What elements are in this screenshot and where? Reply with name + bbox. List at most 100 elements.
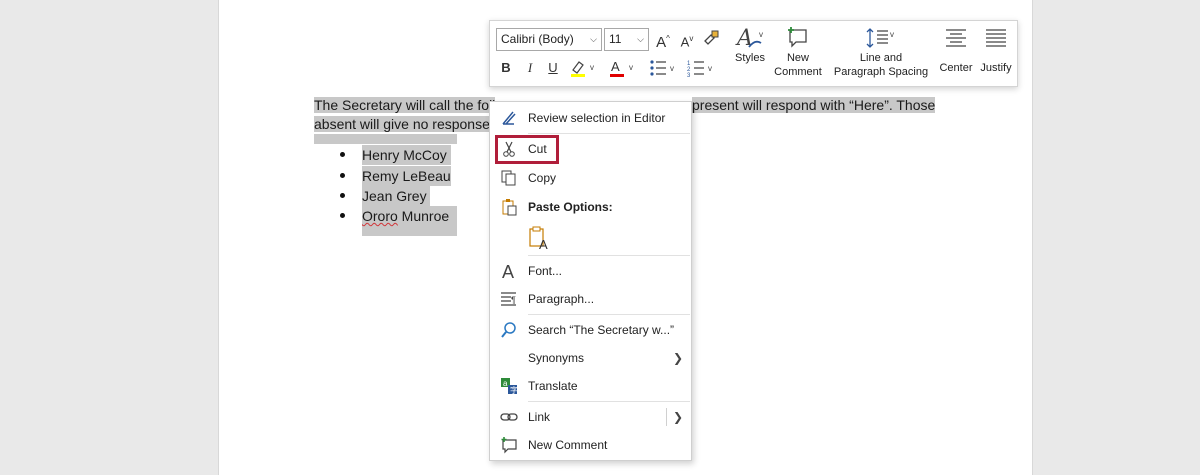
- font-color-icon: A v: [610, 59, 633, 77]
- paste-keep-text-only-button[interactable]: A: [528, 225, 552, 252]
- menu-item-review-editor[interactable]: Review selection in Editor: [490, 105, 691, 131]
- align-justify-icon: [986, 29, 1006, 47]
- numbered-list-icon: 123 v: [687, 61, 712, 79]
- font-name-combo[interactable]: Calibri (Body) ⌵: [496, 28, 602, 51]
- menu-item-label: Search “The Secretary w...”: [528, 323, 675, 337]
- align-center-icon: [946, 29, 966, 47]
- paragraph-line-1-continued[interactable]: present will respond with “Here”. Those: [692, 96, 936, 115]
- editor-pen-icon: [502, 111, 516, 125]
- line-spacing-label-1: Line and: [859, 52, 903, 64]
- paste-icon: [502, 199, 517, 216]
- new-comment-label-2: Comment: [774, 66, 822, 78]
- paragraph-icon: ¶: [501, 292, 516, 306]
- cut-highlight-box: [495, 135, 559, 164]
- numbering-button[interactable]: 123 v: [686, 58, 716, 82]
- list-item-text: Ororo Munroe: [362, 206, 457, 236]
- menu-item-translate[interactable]: a字 Translate: [490, 373, 691, 399]
- translate-icon: a字: [501, 378, 518, 395]
- styles-icon: A v: [735, 26, 763, 51]
- svg-text:A: A: [539, 237, 548, 251]
- menu-item-search[interactable]: Search “The Secretary w...”: [490, 317, 691, 343]
- list-item-text: Henry McCoy: [362, 145, 451, 165]
- copy-icon: [501, 170, 516, 186]
- menu-separator: [528, 314, 690, 315]
- menu-separator: [528, 401, 690, 402]
- svg-text:¶: ¶: [511, 295, 516, 305]
- svg-text:字: 字: [510, 385, 518, 395]
- paragraph-line-2[interactable]: absent will give no response.: [314, 115, 498, 134]
- link-icon: [500, 413, 518, 421]
- svg-text:a: a: [503, 379, 508, 388]
- search-icon: [501, 322, 516, 338]
- svg-text:v: v: [629, 63, 633, 72]
- font-a-icon: A: [502, 262, 514, 280]
- line-spacing-label-2: Paragraph Spacing: [833, 66, 929, 78]
- bullet-list-icon: v: [650, 60, 674, 76]
- menu-item-label: Paragraph...: [528, 292, 595, 306]
- selected-text: The Secretary will call the foll: [314, 97, 496, 113]
- svg-text:v: v: [670, 64, 674, 73]
- justify-button[interactable]: Justify: [977, 25, 1015, 75]
- menu-item-label: Link: [528, 410, 551, 424]
- bullet-icon: [340, 193, 345, 198]
- menu-item-font[interactable]: A Font...: [490, 258, 691, 284]
- bullets-button[interactable]: v: [648, 58, 678, 82]
- menu-item-new-comment[interactable]: New Comment: [490, 432, 691, 458]
- highlight-button[interactable]: v: [569, 58, 599, 82]
- shrink-font-icon[interactable]: Av: [677, 31, 697, 50]
- italic-button[interactable]: I: [522, 60, 538, 76]
- svg-text:3: 3: [687, 73, 691, 78]
- paragraph-line-1[interactable]: The Secretary will call the foll: [314, 96, 496, 115]
- new-comment-icon: [788, 27, 807, 48]
- new-comment-icon: [501, 437, 517, 454]
- svg-text:A: A: [735, 26, 753, 51]
- styles-button[interactable]: A v Styles: [730, 25, 770, 65]
- bold-button[interactable]: B: [498, 60, 514, 76]
- menu-item-copy[interactable]: Copy: [490, 165, 691, 191]
- menu-item-label: Synonyms: [528, 351, 585, 365]
- svg-text:v: v: [590, 63, 594, 72]
- chevron-down-icon[interactable]: ⌵: [590, 29, 597, 50]
- split-divider: [666, 408, 667, 426]
- font-size-value: 11: [609, 32, 622, 46]
- font-name-value: Calibri (Body): [501, 32, 574, 46]
- chevron-right-icon: ❯: [672, 351, 683, 365]
- spelling-error-word[interactable]: Ororo: [362, 208, 398, 224]
- justify-label: Justify: [980, 62, 1012, 74]
- selection-gap: [314, 134, 457, 144]
- line-spacing-button[interactable]: v Line and Paragraph Spacing: [829, 25, 933, 79]
- menu-item-paste-options: Paste Options:: [490, 194, 691, 220]
- grow-font-icon[interactable]: A^: [653, 31, 673, 51]
- menu-item-label: Translate: [528, 379, 578, 393]
- menu-item-link[interactable]: Link ❯: [490, 404, 691, 430]
- font-color-button[interactable]: A v: [608, 58, 638, 82]
- selected-text: absent will give no response.: [314, 116, 498, 132]
- menu-separator: [528, 133, 690, 134]
- bullet-icon: [340, 173, 345, 178]
- list-item-text: Jean Grey: [362, 186, 430, 206]
- menu-separator: [528, 255, 690, 256]
- styles-label: Styles: [735, 52, 765, 64]
- chevron-right-icon[interactable]: ❯: [673, 404, 683, 430]
- chevron-down-icon[interactable]: ⌵: [637, 29, 644, 50]
- menu-item-label: Review selection in Editor: [528, 111, 666, 125]
- menu-item-paragraph[interactable]: ¶ Paragraph...: [490, 286, 691, 312]
- menu-item-label: Font...: [528, 264, 563, 278]
- menu-item-label: New Comment: [528, 438, 608, 452]
- bullet-icon: [340, 213, 345, 218]
- menu-item-label: Copy: [528, 171, 557, 185]
- line-spacing-icon: v: [866, 28, 894, 48]
- font-size-combo[interactable]: 11 ⌵: [604, 28, 649, 51]
- underline-button[interactable]: U: [545, 60, 561, 76]
- menu-item-synonyms[interactable]: Synonyms ❯: [490, 345, 691, 371]
- svg-text:v: v: [708, 64, 712, 73]
- bullet-icon: [340, 152, 345, 157]
- highlighter-icon: v: [571, 61, 594, 77]
- new-comment-button[interactable]: New Comment: [771, 25, 825, 79]
- svg-text:A: A: [502, 262, 514, 280]
- format-painter-icon[interactable]: [700, 29, 722, 51]
- center-button[interactable]: Center: [936, 25, 976, 75]
- svg-text:v: v: [890, 30, 894, 39]
- menu-item-label: Paste Options:: [528, 200, 613, 214]
- context-menu: Review selection in Editor Cut Copy Past…: [489, 101, 692, 461]
